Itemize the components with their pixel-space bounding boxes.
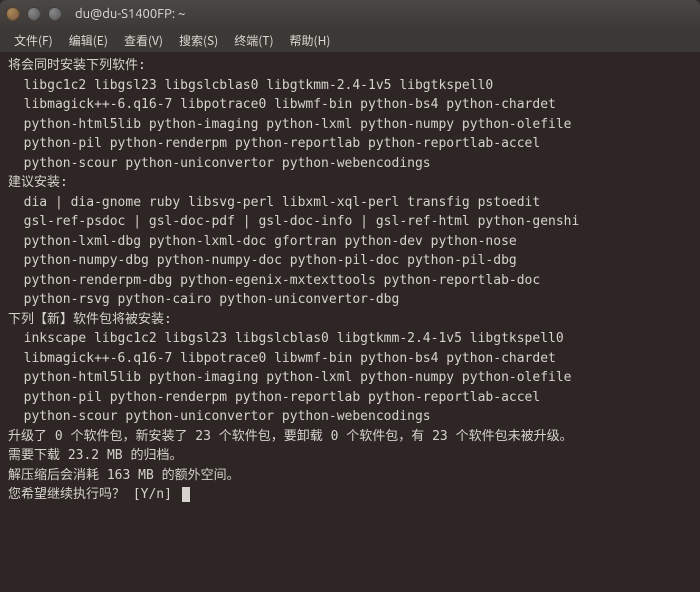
pkg-line: python-scour python-uniconvertor python-… [8,407,692,427]
pkg-line: python-html5lib python-imaging python-lx… [8,368,692,388]
pkg-line: python-rsvg python-cairo python-uniconve… [8,290,692,310]
menu-edit[interactable]: 编辑(E) [63,30,114,51]
pkg-line: libgc1c2 libgsl23 libgslcblas0 libgtkmm-… [8,76,692,96]
close-icon[interactable] [6,7,20,21]
summary-line: 解压缩后会消耗 163 MB 的额外空间。 [8,468,240,483]
pkg-line: python-scour python-uniconvertor python-… [8,154,692,174]
menu-view[interactable]: 查看(V) [118,30,169,51]
window-title: du@du-S1400FP: ~ [75,7,185,21]
extra-header: 将会同时安装下列软件: [8,58,146,73]
new-header: 下列【新】软件包将被安装: [8,312,172,327]
menu-help[interactable]: 帮助(H) [284,30,337,51]
menubar: 文件(F) 编辑(E) 查看(V) 搜索(S) 终端(T) 帮助(H) [0,28,700,52]
pkg-line: libmagick++-6.q16-7 libpotrace0 libwmf-b… [8,349,692,369]
maximize-icon[interactable] [48,7,62,21]
pkg-line: python-numpy-dbg python-numpy-doc python… [8,251,692,271]
menu-search[interactable]: 搜索(S) [173,30,224,51]
summary-line: 需要下载 23.2 MB 的归档。 [8,448,182,463]
menu-terminal[interactable]: 终端(T) [228,30,279,51]
terminal-output[interactable]: 将会同时安装下列软件: libgc1c2 libgsl23 libgslcbla… [0,52,700,592]
pkg-line: python-html5lib python-imaging python-lx… [8,115,692,135]
pkg-line: python-lxml-dbg python-lxml-doc gfortran… [8,232,692,252]
summary-line: 升级了 0 个软件包，新安装了 23 个软件包，要卸载 0 个软件包，有 23 … [8,429,573,444]
pkg-line: dia | dia-gnome ruby libsvg-perl libxml-… [8,193,692,213]
pkg-line: inkscape libgc1c2 libgsl23 libgslcblas0 … [8,329,692,349]
pkg-line: gsl-ref-psdoc | gsl-doc-pdf | gsl-doc-in… [8,212,692,232]
titlebar: du@du-S1400FP: ~ [0,0,700,28]
continue-prompt: 您希望继续执行吗？ [Y/n] [8,487,172,502]
pkg-line: python-pil python-renderpm python-report… [8,388,692,408]
pkg-line: python-renderpm-dbg python-egenix-mxtext… [8,271,692,291]
minimize-icon[interactable] [27,7,41,21]
suggested-header: 建议安装: [8,175,68,190]
pkg-line: python-pil python-renderpm python-report… [8,134,692,154]
pkg-line: libmagick++-6.q16-7 libpotrace0 libwmf-b… [8,95,692,115]
menu-file[interactable]: 文件(F) [8,30,59,51]
cursor-icon [182,487,190,502]
